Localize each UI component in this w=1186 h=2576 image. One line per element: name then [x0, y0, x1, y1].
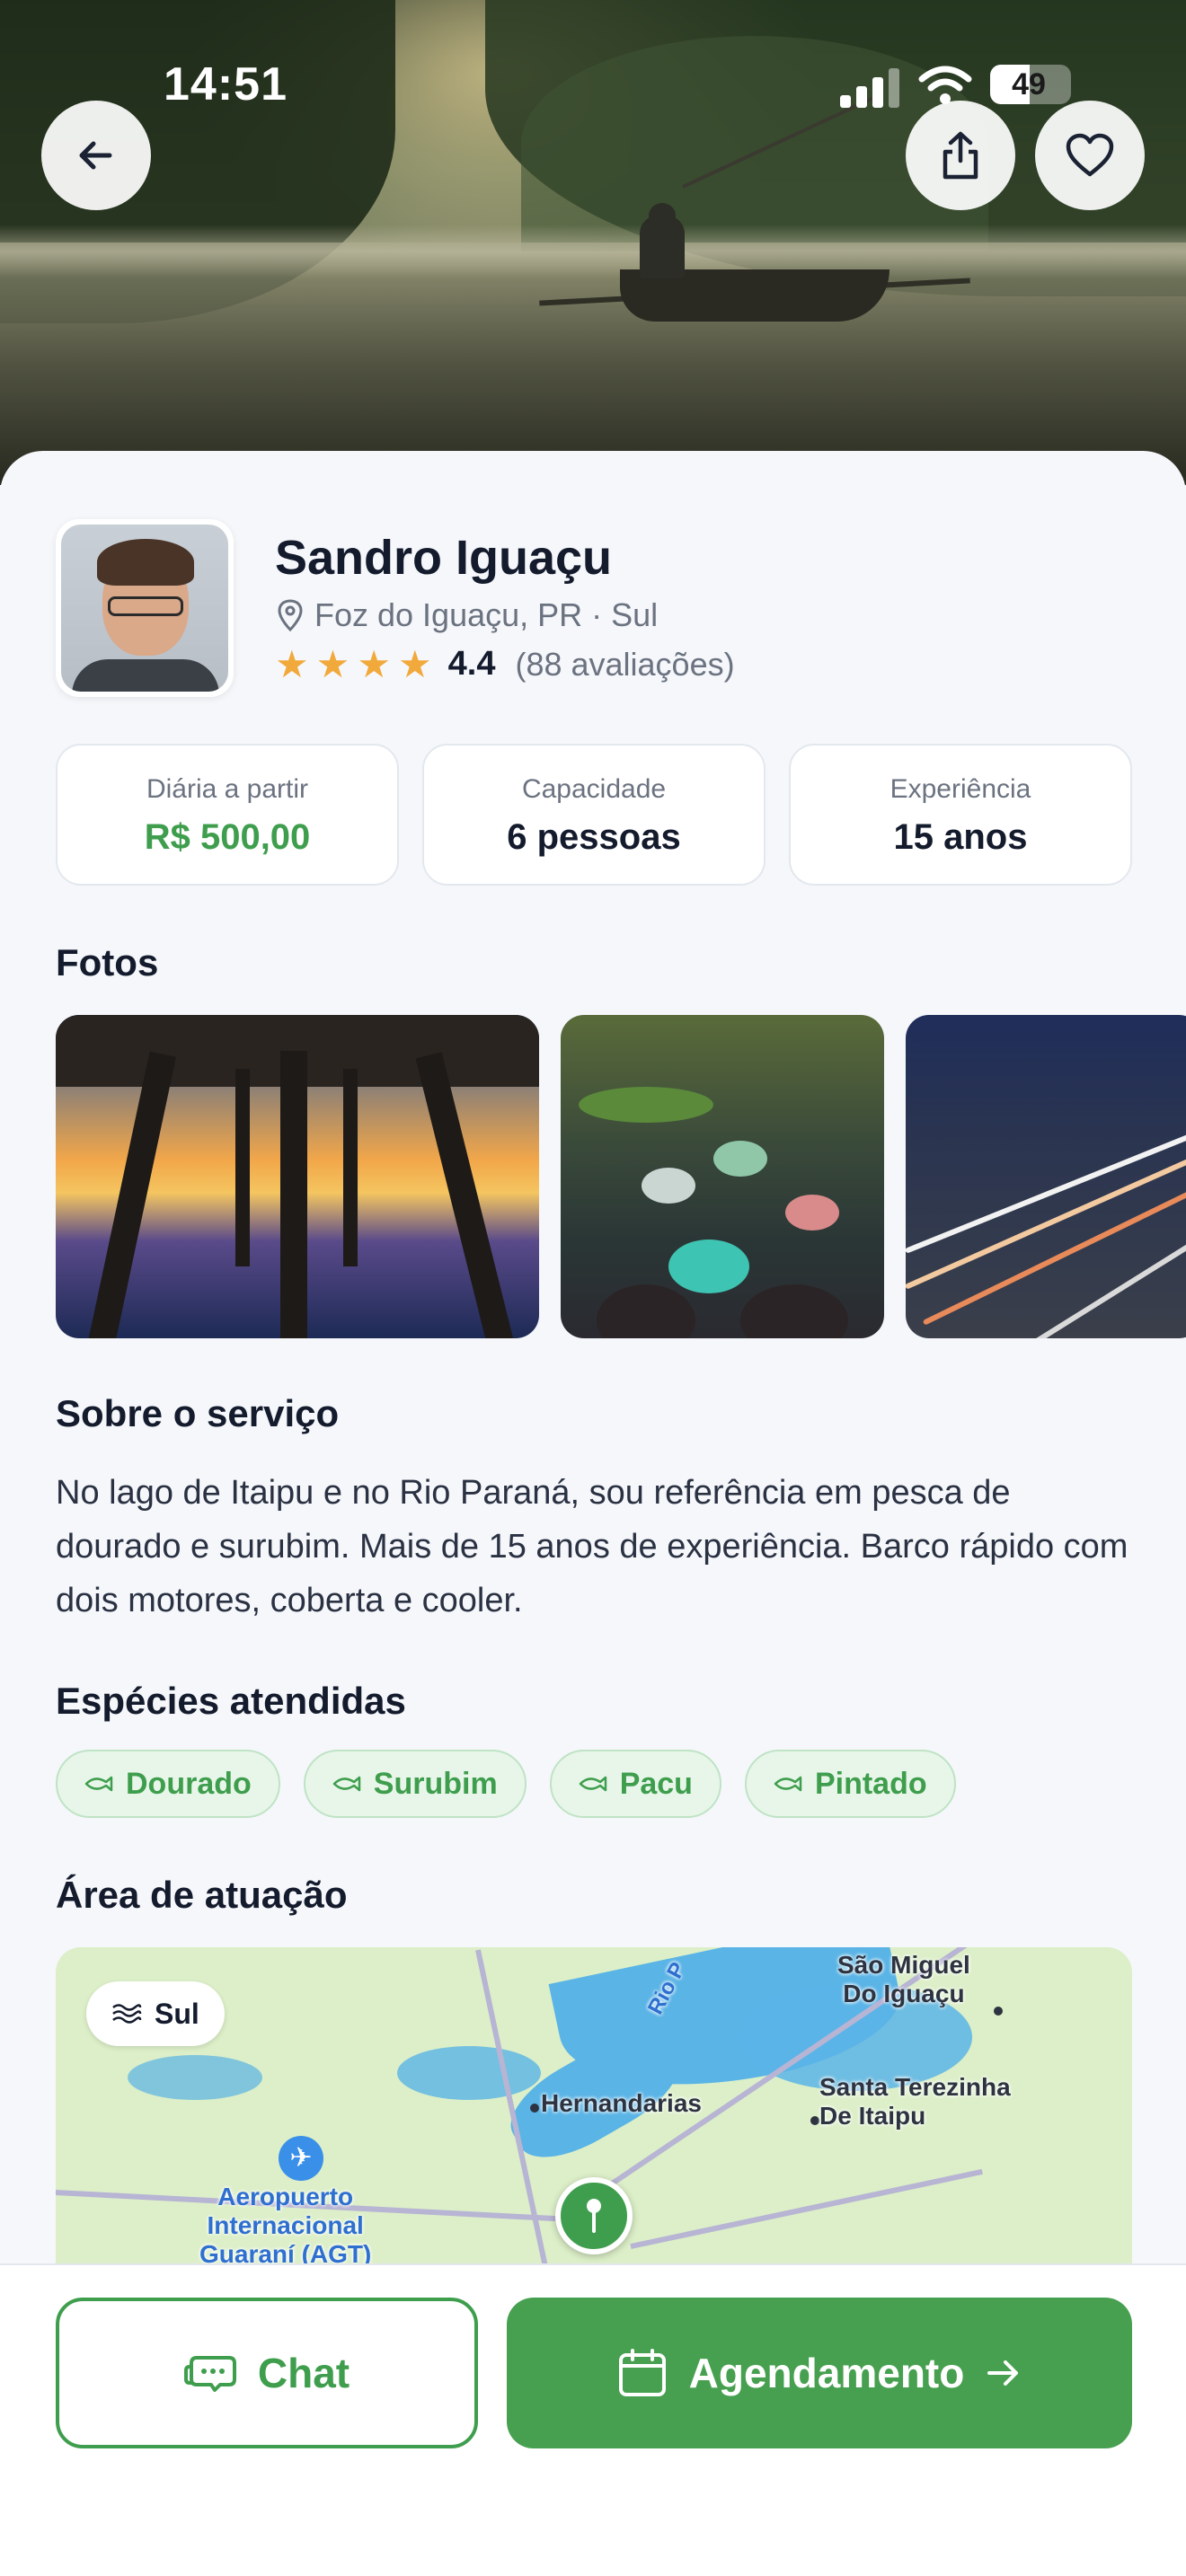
photo-light-trails[interactable]: [906, 1015, 1186, 1338]
stat-label: Experiência: [890, 774, 1031, 804]
booking-label: Agendamento: [688, 2350, 965, 2396]
species-label: Surubim: [373, 1766, 498, 1801]
chat-bubbles-icon: [183, 2356, 236, 2392]
species-chip[interactable]: Pacu: [549, 1750, 721, 1818]
location-pin-icon: [278, 599, 303, 631]
stat-label: Capacidade: [521, 774, 667, 804]
guide-location: Foz do Iguaçu, PR · Sul: [277, 596, 658, 634]
map-label-santa-terezinha: Santa Terezinha De Itaipu: [819, 2073, 1011, 2130]
status-bar: 14:51 49: [0, 0, 1186, 110]
airport-icon: ✈: [279, 2136, 323, 2181]
species-label: Dourado: [126, 1766, 252, 1801]
stat-value: 15 anos: [893, 817, 1028, 857]
chat-button[interactable]: Chat: [56, 2298, 478, 2448]
map-pin-icon[interactable]: [555, 2177, 633, 2254]
species-chip[interactable]: Pintado: [744, 1750, 956, 1818]
rating: ★ ★ ★ ★ 4.4 (88 avaliações): [275, 645, 735, 684]
booking-button[interactable]: Agendamento: [507, 2298, 1132, 2448]
heart-icon: [1066, 133, 1114, 177]
battery-level: 49: [1012, 67, 1046, 101]
fish-icon: [84, 1776, 113, 1792]
star-icon: ★: [357, 642, 391, 685]
stat-value: 6 pessoas: [507, 817, 681, 857]
review-count: (88 avaliações): [515, 645, 735, 683]
guide-name: Sandro Iguaçu: [275, 531, 613, 585]
area-map[interactable]: Hernandarias Santa Terezinha De Itaipu S…: [56, 1947, 1132, 2271]
waves-icon: [112, 2004, 142, 2024]
stat-daily-price: Diária a partir R$ 500,00: [56, 744, 399, 886]
star-icon: ★: [275, 642, 309, 685]
section-title-about: Sobre o serviço: [56, 1392, 340, 1434]
species-label: Pacu: [619, 1766, 693, 1801]
star-icon: ★: [315, 642, 350, 685]
section-title-photos: Fotos: [56, 941, 159, 984]
map-label-sao-miguel: São Miguel Do Iguaçu: [837, 1951, 970, 2007]
species-chip[interactable]: Dourado: [56, 1750, 280, 1818]
section-title-area: Área de atuação: [56, 1874, 348, 1916]
arrow-left-icon: [79, 141, 112, 170]
about-text: No lago de Itaipu e no Rio Paraná, sou r…: [56, 1474, 1128, 1619]
species-label: Pintado: [814, 1766, 927, 1801]
map-label-hernandarias: Hernandarias: [541, 2089, 702, 2117]
region-badge: Sul: [86, 1981, 225, 2046]
star-icon: ★: [397, 642, 432, 685]
rating-value: 4.4: [447, 645, 496, 683]
arrow-right-icon: [987, 2360, 1019, 2386]
stat-value: R$ 500,00: [144, 817, 311, 857]
avatar: [56, 519, 234, 697]
stat-label: Diária a partir: [146, 774, 309, 804]
signal-icon: [840, 68, 903, 108]
section-title-species: Espécies atendidas: [56, 1680, 406, 1722]
photo-pier-sunset[interactable]: [56, 1015, 539, 1338]
stat-capacity: Capacidade 6 pessoas: [422, 744, 766, 886]
species-chips: Dourado Surubim Pacu Pintado: [56, 1750, 956, 1818]
status-time: 14:51: [164, 58, 288, 110]
battery-icon: 49: [990, 65, 1071, 104]
species-chip[interactable]: Surubim: [303, 1750, 527, 1818]
stat-experience: Experiência 15 anos: [789, 744, 1132, 886]
back-button[interactable]: [41, 101, 151, 210]
map-label-airport: Aeropuerto Internacional Guaraní (AGT): [199, 2183, 372, 2268]
share-button[interactable]: [906, 101, 1015, 210]
location-text: Foz do Iguaçu, PR · Sul: [314, 596, 659, 633]
calendar-icon: [618, 2349, 666, 2396]
fish-icon: [579, 1776, 606, 1792]
photo-floating-market[interactable]: [561, 1015, 884, 1338]
region-label: Sul: [155, 1997, 199, 2030]
fish-icon: [332, 1776, 361, 1792]
chat-label: Chat: [257, 2350, 350, 2396]
fish-icon: [774, 1776, 802, 1792]
favorite-button[interactable]: [1035, 101, 1145, 210]
wifi-icon: [918, 66, 972, 104]
share-icon: [943, 131, 978, 180]
